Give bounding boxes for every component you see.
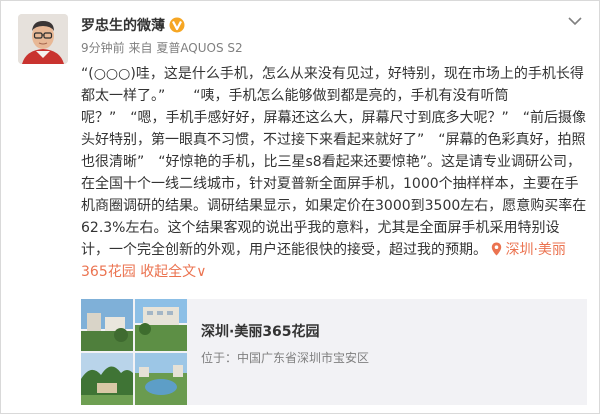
thumbnail-image	[135, 299, 187, 351]
author-avatar[interactable]	[18, 14, 68, 64]
collapse-arrow-icon: ∨	[196, 264, 207, 280]
content-line: 62.3%左右。这个结果客观的说出乎我的意料，尤其是全面屏手机采用特别设	[81, 220, 560, 236]
collapse-button[interactable]: 收起全文∨	[140, 264, 206, 280]
weibo-post: 罗忠生的微薄 9分钟前 来自 夏普AQUOS S2 “(○○○)哇，这是什么手机…	[0, 0, 600, 414]
location-text-part1: 深圳·美丽	[505, 242, 566, 258]
location-thumbnails	[81, 299, 187, 405]
post-options-chevron-icon[interactable]	[567, 15, 583, 27]
content-line: 在全国十个一线二线城市，针对夏普新全面屏手机，1000个抽样样本，主要在手	[81, 176, 579, 192]
location-card-address: 位于：中国广东省深圳市宝安区	[201, 349, 369, 366]
location-link[interactable]: 深圳·美丽	[491, 242, 566, 258]
thumbnail-1	[81, 299, 133, 351]
from-label: 来自	[128, 41, 153, 55]
location-card-title: 深圳·美丽365花园	[201, 324, 320, 340]
thumbnail-image	[81, 299, 133, 351]
thumbnail-image	[135, 353, 187, 405]
content-line: 头好特别，第一眼真不习惯，不过接下来看起来就好了” “屏幕的色彩真好，拍照	[81, 132, 586, 148]
thumbnail-image	[81, 353, 133, 405]
location-pin-icon	[492, 242, 502, 256]
post-meta: 9分钟前 来自 夏普AQUOS S2	[81, 39, 243, 56]
author-name-link[interactable]: 罗忠生的微薄	[81, 15, 185, 35]
content-line: 也很清晰” “好惊艳的手机，比三星s8看起来还要惊艳”。这是请专业调研公司，	[81, 154, 581, 170]
thumbnail-3	[81, 353, 133, 405]
content-line: 机商圈调研的结果。调研结果显示，如果定价在3000到3500左右，愿意购买率在	[81, 198, 587, 214]
collapse-label: 收起全文	[140, 264, 197, 280]
address-value: 中国广东省深圳市宝安区	[237, 351, 370, 365]
location-card[interactable]: 深圳·美丽365花园 位于：中国广东省深圳市宝安区	[81, 299, 587, 405]
author-name: 罗忠生的微薄	[81, 18, 165, 34]
thumbnail-4	[135, 353, 187, 405]
avatar-photo	[18, 14, 68, 64]
content-line: “(○○○)哇，这是什么手机，怎么从来没有见过，好特别，现在市场上的手机长得	[81, 66, 584, 82]
content-line-footer: 365花园 收起全文∨	[81, 261, 587, 283]
verified-badge-icon	[169, 17, 185, 33]
content-line: 都太一样了。” “咦，手机怎么能够做到都是亮的，手机有没有听筒	[81, 88, 509, 104]
content-line: 呢？” “嗯，手机手感好好，屏幕还这么大，屏幕尺寸到底多大呢？” “前后摄像	[81, 110, 587, 126]
location-text-part2[interactable]: 365花园	[81, 264, 136, 280]
content-line-last: 计，一个完全创新的外观，用户还能很快的接受，超过我的预期。 深圳·美丽	[81, 242, 566, 258]
post-source[interactable]: 夏普AQUOS S2	[156, 41, 242, 55]
address-label: 位于：	[201, 351, 238, 365]
post-time[interactable]: 9分钟前	[81, 41, 125, 55]
post-content: “(○○○)哇，这是什么手机，怎么从来没有见过，好特别，现在市场上的手机长得 都…	[81, 63, 587, 283]
thumbnail-2	[135, 299, 187, 351]
